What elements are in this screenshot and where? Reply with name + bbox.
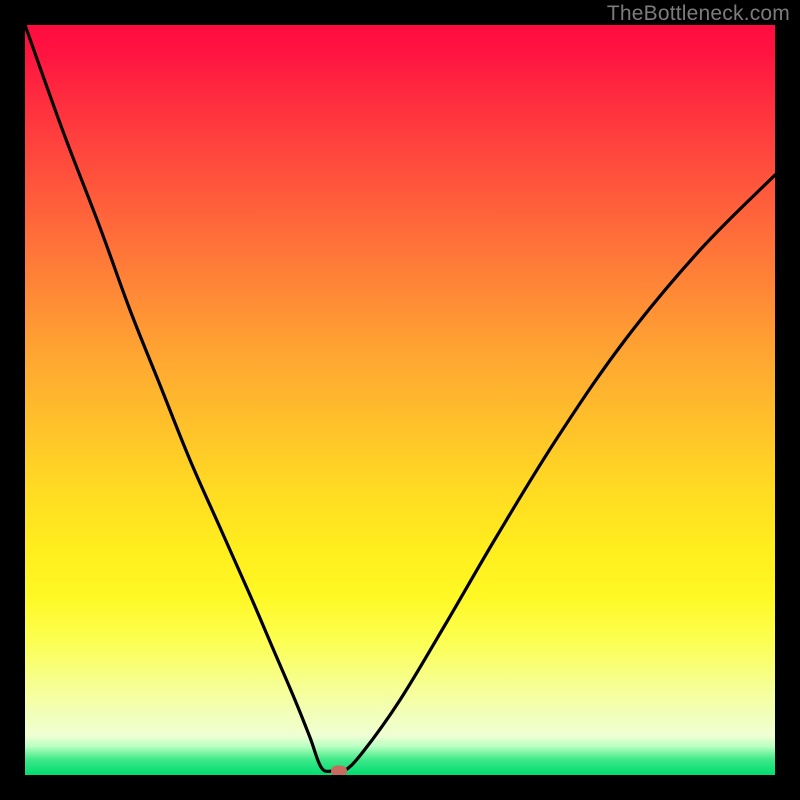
plot-area — [25, 25, 775, 775]
bottleneck-curve — [25, 25, 775, 775]
optimal-point-marker — [331, 766, 347, 775]
chart-frame: TheBottleneck.com — [0, 0, 800, 800]
watermark-text: TheBottleneck.com — [607, 2, 790, 26]
